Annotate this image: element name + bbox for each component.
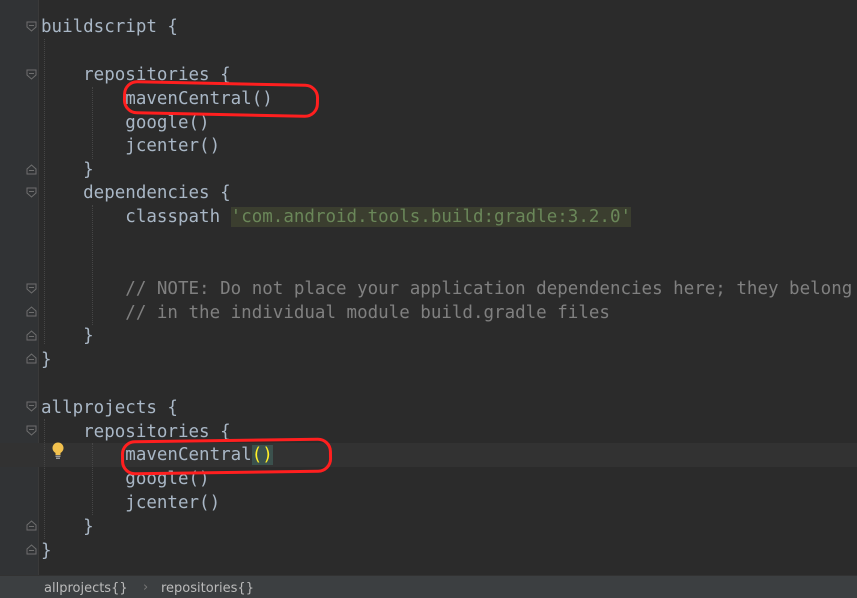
breadcrumb-item-allprojects[interactable]: allprojects{} — [44, 581, 128, 597]
string-literal: 'com.android.tools.build:gradle:3.2.0' — [230, 207, 632, 227]
code-editor[interactable]: buildscript { repositories { mavenCentra… — [0, 0, 857, 575]
chevron-right-icon: › — [143, 580, 149, 595]
code-line: } — [41, 541, 52, 561]
code-line: } — [41, 350, 52, 370]
code-line: allprojects { — [41, 398, 178, 418]
breadcrumb-item-repositories[interactable]: repositories{} — [161, 581, 254, 597]
annotation-circle — [120, 437, 333, 476]
code-line: buildscript { — [41, 17, 178, 37]
fold-end-icon[interactable] — [26, 306, 37, 317]
fold-end-icon[interactable] — [26, 353, 37, 364]
fold-collapse-icon[interactable] — [26, 401, 37, 412]
code-text: classpath — [41, 207, 231, 227]
code-line: } — [41, 517, 94, 537]
lightbulb-icon[interactable] — [50, 441, 66, 461]
fold-collapse-icon[interactable] — [26, 283, 37, 294]
code-line: } — [41, 160, 94, 180]
fold-end-icon[interactable] — [26, 544, 37, 555]
fold-collapse-icon[interactable] — [26, 425, 37, 436]
code-line: jcenter() — [41, 493, 221, 513]
annotation-circle — [122, 79, 320, 119]
breadcrumb: allprojects{} › repositories{} — [0, 575, 857, 598]
fold-end-icon[interactable] — [26, 330, 37, 341]
gutter-separator — [38, 0, 39, 575]
fold-collapse-icon[interactable] — [26, 21, 37, 32]
comment-line: // NOTE: Do not place your application d… — [41, 279, 853, 299]
code-line: } — [41, 326, 94, 346]
code-line: jcenter() — [41, 136, 221, 156]
comment-line: // in the individual module build.gradle… — [41, 303, 610, 323]
code-line: classpath 'com.android.tools.build:gradl… — [41, 205, 632, 229]
code-line: dependencies { — [41, 183, 231, 203]
fold-end-icon[interactable] — [26, 164, 37, 175]
fold-end-icon[interactable] — [26, 520, 37, 531]
fold-collapse-icon[interactable] — [26, 69, 37, 80]
fold-collapse-icon[interactable] — [26, 187, 37, 198]
